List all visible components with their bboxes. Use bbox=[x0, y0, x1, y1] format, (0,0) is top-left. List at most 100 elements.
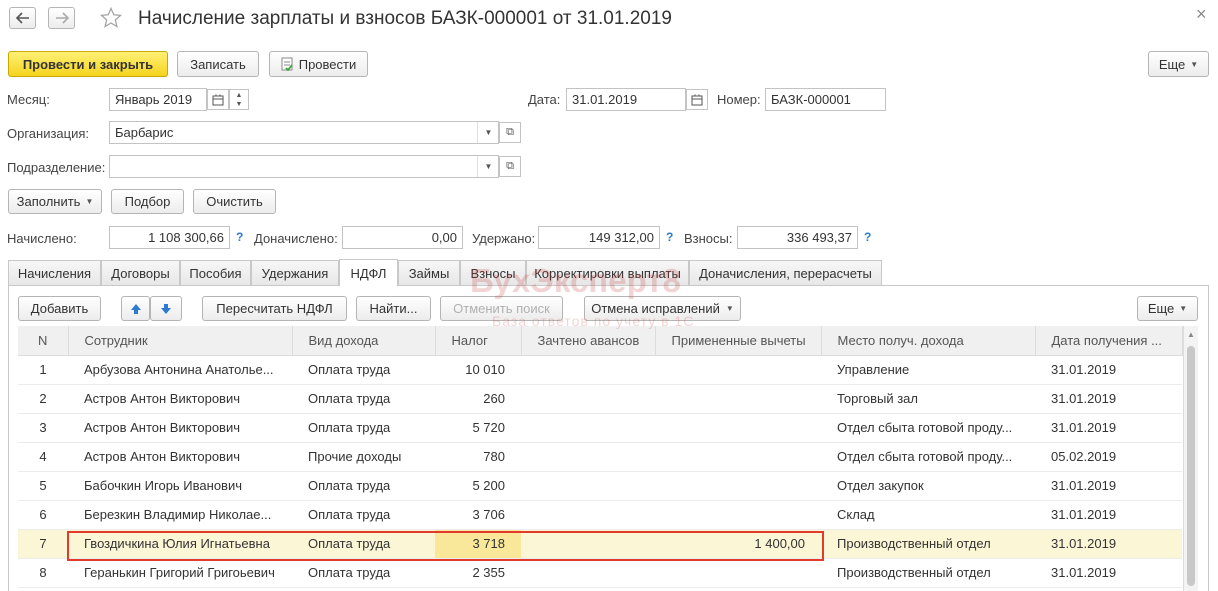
contributions-help-icon[interactable]: ? bbox=[864, 230, 871, 244]
tab-contracts[interactable]: Договоры bbox=[101, 260, 180, 285]
tab-loans[interactable]: Займы bbox=[398, 260, 460, 285]
table-more-chevron-icon: ▼ bbox=[1179, 304, 1188, 313]
forward-button[interactable] bbox=[48, 7, 75, 29]
table-header-row: N Сотрудник Вид дохода Налог Зачтено ава… bbox=[18, 326, 1183, 356]
table-row[interactable]: 8 Геранькин Григорий Григоьевич Оплата т… bbox=[18, 558, 1182, 588]
cell-employee: Арбузова Антонина Анатолье... bbox=[68, 355, 292, 385]
cell-deductions bbox=[655, 500, 821, 530]
cell-income-date: 31.01.2019 bbox=[1035, 558, 1182, 588]
tab-contributions[interactable]: Взносы bbox=[460, 260, 526, 285]
column-header-advances[interactable]: Зачтено авансов bbox=[521, 326, 656, 356]
recalc-ndfl-button[interactable]: Пересчитать НДФЛ bbox=[202, 296, 347, 321]
table-row[interactable]: 3 Астров Антон Викторович Оплата труда 5… bbox=[18, 413, 1182, 443]
more-button[interactable]: Еще ▼ bbox=[1148, 51, 1209, 77]
arrow-down-icon bbox=[161, 303, 171, 314]
department-open-icon[interactable]: ⧉ bbox=[499, 156, 521, 177]
column-header-income-place[interactable]: Место получ. дохода bbox=[821, 326, 1036, 356]
tab-accruals[interactable]: Начисления bbox=[8, 260, 101, 285]
table-row[interactable]: 2 Астров Антон Викторович Оплата труда 2… bbox=[18, 384, 1182, 414]
table-row[interactable]: 6 Березкин Владимир Николае... Оплата тр… bbox=[18, 500, 1182, 530]
cell-tax: 3 706 bbox=[435, 500, 521, 530]
table-row[interactable]: 4 Астров Антон Викторович Прочие доходы … bbox=[18, 442, 1182, 472]
cell-income-place: Производственный отдел bbox=[821, 529, 1035, 559]
month-field[interactable]: Январь 2019 bbox=[109, 88, 207, 111]
cell-n: 7 bbox=[18, 529, 68, 559]
column-header-income-date[interactable]: Дата получения ... bbox=[1035, 326, 1183, 356]
cell-income-place: Склад bbox=[821, 500, 1035, 530]
cell-employee: Березкин Владимир Николае... bbox=[68, 500, 292, 530]
date-field[interactable]: 31.01.2019 bbox=[566, 88, 686, 111]
find-button[interactable]: Найти... bbox=[356, 296, 431, 321]
table-scrollbar[interactable]: ▲ bbox=[1183, 326, 1198, 591]
table-row-selected[interactable]: 7 Гвоздичкина Юлия Игнатьевна Оплата тру… bbox=[18, 529, 1182, 559]
tab-payment-corrections[interactable]: Корректировки выплаты bbox=[526, 260, 689, 285]
department-field[interactable] bbox=[109, 155, 499, 178]
table-row[interactable]: 5 Бабочкин Игорь Иванович Оплата труда 5… bbox=[18, 471, 1182, 501]
table-row[interactable]: 1 Арбузова Антонина Анатолье... Оплата т… bbox=[18, 355, 1182, 385]
department-dropdown-icon[interactable]: ▼ bbox=[477, 156, 499, 177]
cell-tax: 5 720 bbox=[435, 413, 521, 443]
add-row-button[interactable]: Добавить bbox=[18, 296, 101, 321]
column-header-tax[interactable]: Налог bbox=[435, 326, 522, 356]
cell-income-date: 31.01.2019 bbox=[1035, 471, 1182, 501]
column-header-employee[interactable]: Сотрудник bbox=[68, 326, 293, 356]
cell-deductions bbox=[655, 471, 821, 501]
cell-advances bbox=[521, 384, 655, 414]
cell-n: 1 bbox=[18, 355, 68, 385]
tab-recalculations[interactable]: Доначисления, перерасчеты bbox=[689, 260, 882, 285]
move-down-button[interactable] bbox=[150, 296, 182, 321]
select-button[interactable]: Подбор bbox=[111, 189, 184, 214]
date-calendar-icon[interactable] bbox=[686, 89, 708, 110]
arrow-left-icon bbox=[15, 12, 29, 24]
back-button[interactable] bbox=[9, 7, 36, 29]
tab-benefits[interactable]: Пособия bbox=[180, 260, 251, 285]
cancel-corrections-chevron-icon: ▼ bbox=[725, 304, 734, 313]
organization-dropdown-icon[interactable]: ▼ bbox=[477, 122, 499, 143]
withheld-label: Удержано: bbox=[472, 231, 536, 246]
number-label: Номер: bbox=[717, 92, 761, 107]
clear-button[interactable]: Очистить bbox=[193, 189, 276, 214]
cancel-corrections-button[interactable]: Отмена исправлений ▼ bbox=[584, 296, 741, 321]
month-stepper[interactable]: ▲ ▼ bbox=[229, 89, 249, 110]
post-button[interactable]: Провести bbox=[269, 51, 368, 77]
cell-tax: 3 718 bbox=[435, 529, 521, 559]
move-up-button[interactable] bbox=[121, 296, 150, 321]
cell-income-place: Отдел закупок bbox=[821, 471, 1035, 501]
cell-tax: 5 200 bbox=[435, 471, 521, 501]
calendar-icon[interactable] bbox=[207, 89, 229, 110]
organization-open-icon[interactable]: ⧉ bbox=[499, 122, 521, 143]
fill-button[interactable]: Заполнить ▼ bbox=[8, 189, 102, 214]
scrollbar-thumb[interactable] bbox=[1187, 346, 1195, 586]
cell-income-type: Оплата труда bbox=[292, 413, 435, 443]
ndfl-table: N Сотрудник Вид дохода Налог Зачтено ава… bbox=[18, 326, 1183, 588]
post-and-close-button[interactable]: Провести и закрыть bbox=[8, 51, 168, 77]
star-icon[interactable] bbox=[99, 6, 123, 30]
scroll-up-icon[interactable]: ▲ bbox=[1184, 326, 1198, 344]
column-header-income-type[interactable]: Вид дохода bbox=[292, 326, 436, 356]
withheld-field: 149 312,00 bbox=[538, 226, 660, 249]
stepper-up-icon: ▲ bbox=[235, 91, 243, 99]
cell-income-place: Отдел сбыта готовой проду... bbox=[821, 413, 1035, 443]
cell-deductions bbox=[655, 413, 821, 443]
table-more-button[interactable]: Еще ▼ bbox=[1137, 296, 1198, 321]
cell-deductions bbox=[655, 355, 821, 385]
column-header-n[interactable]: N bbox=[18, 326, 69, 356]
withheld-help-icon[interactable]: ? bbox=[666, 230, 673, 244]
cell-income-type: Оплата труда bbox=[292, 558, 435, 588]
cell-deductions: 1 400,00 bbox=[655, 529, 821, 559]
extra-accrued-field: 0,00 bbox=[342, 226, 463, 249]
cell-n: 3 bbox=[18, 413, 68, 443]
organization-field[interactable]: Барбарис bbox=[109, 121, 499, 144]
tab-deductions[interactable]: Удержания bbox=[251, 260, 339, 285]
save-button[interactable]: Записать bbox=[177, 51, 259, 77]
number-field[interactable]: БАЗК-000001 bbox=[765, 88, 886, 111]
close-icon[interactable]: × bbox=[1196, 4, 1207, 25]
more-button-label: Еще bbox=[1158, 56, 1186, 72]
accrued-help-icon[interactable]: ? bbox=[236, 230, 243, 244]
cell-income-place: Торговый зал bbox=[821, 384, 1035, 414]
cell-income-place: Отдел сбыта готовой проду... bbox=[821, 442, 1035, 472]
cancel-search-button[interactable]: Отменить поиск bbox=[440, 296, 563, 321]
tab-ndfl[interactable]: НДФЛ bbox=[339, 259, 398, 286]
window-title: Начисление зарплаты и взносов БАЗК-00000… bbox=[138, 8, 672, 29]
column-header-deductions[interactable]: Примененные вычеты bbox=[655, 326, 822, 356]
